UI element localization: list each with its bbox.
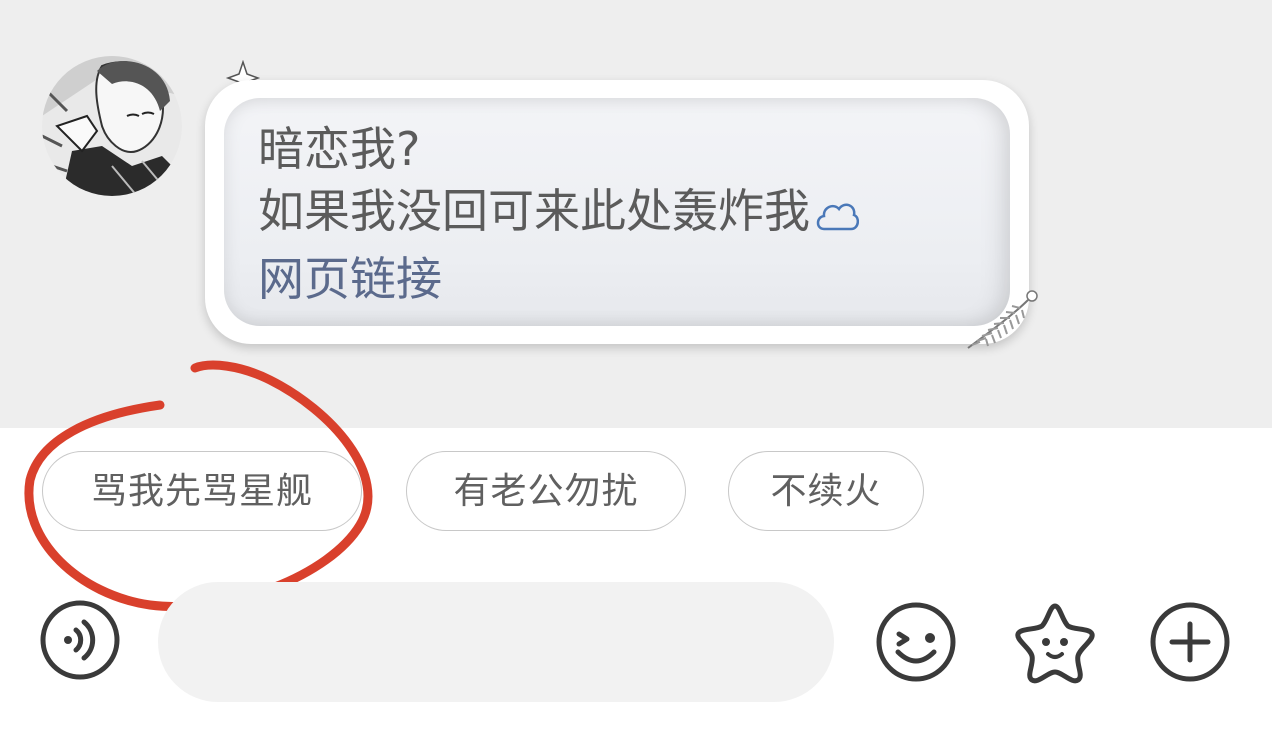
sticker-button[interactable] <box>1010 600 1095 684</box>
message-text: 暗恋我? 如果我没回可来此处轰炸我 网页链接 <box>258 118 860 310</box>
star-sticker-icon <box>1015 603 1095 684</box>
smiley-icon <box>876 602 956 682</box>
plus-button[interactable] <box>1148 600 1232 684</box>
voice-button[interactable] <box>38 598 122 682</box>
avatar[interactable] <box>42 56 182 196</box>
voice-icon <box>40 600 120 680</box>
emoji-button[interactable] <box>874 600 958 684</box>
quick-reply-chip-1[interactable]: 骂我先骂星舰 <box>42 451 362 531</box>
message-line-2: 如果我没回可来此处轰炸我 <box>258 180 860 248</box>
message-input[interactable] <box>158 582 834 702</box>
quick-reply-chip-2[interactable]: 有老公勿扰 <box>406 451 686 531</box>
web-link[interactable]: 网页链接 <box>258 248 860 310</box>
message-line-1: 暗恋我? <box>258 122 421 176</box>
bubble-decoration-feather <box>960 288 1040 362</box>
avatar-image <box>42 56 182 196</box>
quick-reply-chip-3[interactable]: 不续火 <box>728 451 924 531</box>
message-line-2-text: 如果我没回可来此处轰炸我 <box>258 184 810 238</box>
plus-icon <box>1150 602 1230 682</box>
cloud-icon <box>814 186 860 248</box>
